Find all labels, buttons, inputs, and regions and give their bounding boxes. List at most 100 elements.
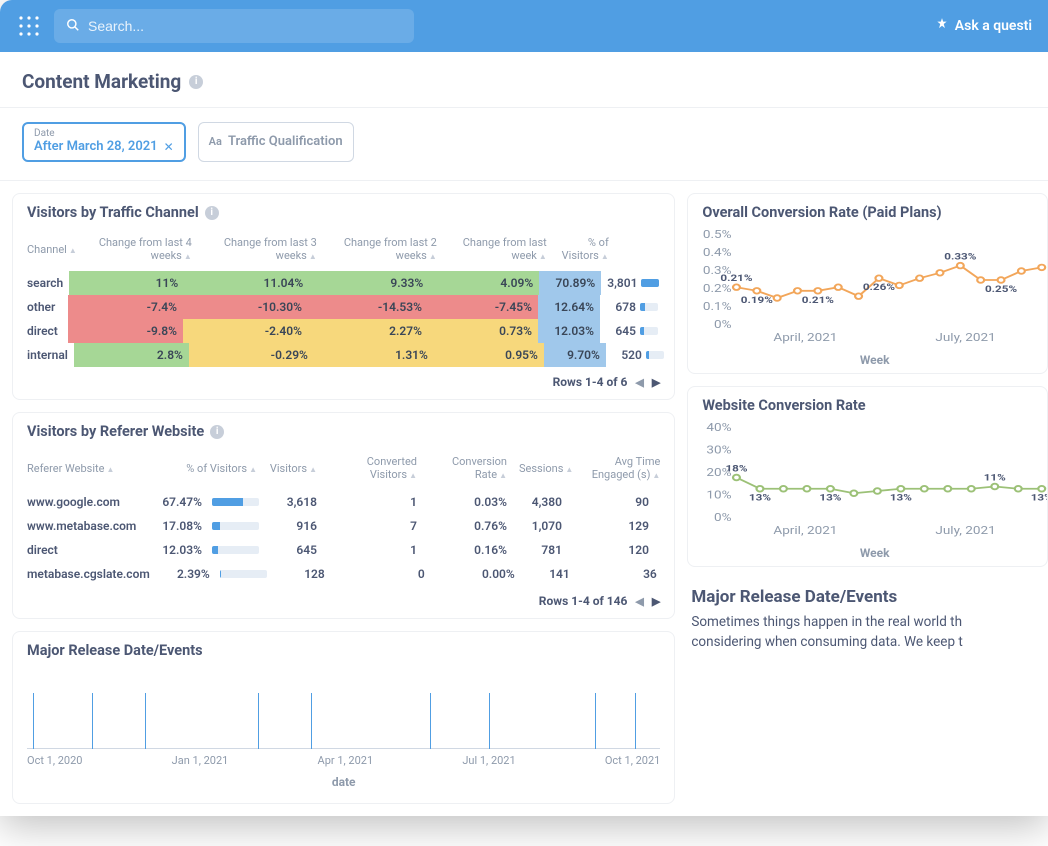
svg-text:13%: 13% <box>749 492 771 504</box>
traffic-filter-label: Traffic Qualification <box>228 134 343 149</box>
app-logo[interactable] <box>16 13 42 39</box>
svg-text:40%: 40% <box>707 422 732 434</box>
axis-tick-label: Apr 1, 2021 <box>318 754 374 767</box>
axis-tick-label: Jul 1, 2021 <box>462 754 515 767</box>
prev-page-icon[interactable]: ◀ <box>635 376 643 389</box>
svg-text:10%: 10% <box>707 490 732 502</box>
card-title: Visitors by Traffic Channel <box>27 204 199 221</box>
visitors-by-channel-card: Visitors by Traffic Channeli Channel▲Cha… <box>12 193 675 400</box>
channel-table: Channel▲Change from last 4 weeks▲Change … <box>13 227 674 367</box>
prev-page-icon[interactable]: ◀ <box>635 595 643 608</box>
svg-text:0.21%: 0.21% <box>802 294 834 306</box>
table-row[interactable]: internal2.8%-0.29%1.31%0.95%9.70%520 <box>13 343 674 367</box>
ask-label: Ask a questi <box>955 18 1032 34</box>
ask-question-button[interactable]: Ask a questi <box>935 17 1032 35</box>
channel-pager: Rows 1-4 of 6 ◀ ▶ <box>13 367 674 391</box>
date-filter-value: After March 28, 2021 <box>34 139 158 154</box>
table-row[interactable]: other-7.4%-10.30%-14.53%-7.45%12.64%678 <box>13 295 674 319</box>
svg-text:0.1%: 0.1% <box>703 301 732 313</box>
card-title: Overall Conversion Rate (Paid Plans) <box>702 204 941 221</box>
major-release-events-card: Major Release Date/Events Oct 1, 2020 Jan… <box>12 631 675 804</box>
svg-text:0.21%: 0.21% <box>721 272 753 284</box>
column-header[interactable]: Change from last week▲ <box>443 231 553 267</box>
events-xlabel: date <box>13 775 674 795</box>
svg-text:0.25%: 0.25% <box>985 283 1017 295</box>
column-header[interactable]: Referer Website▲ <box>13 457 148 480</box>
chart-xlabel: Week <box>702 546 1047 560</box>
referer-pager: Rows 1-4 of 146 ◀ ▶ <box>13 586 674 610</box>
date-filter-label: Date <box>34 128 174 139</box>
info-icon[interactable]: i <box>210 425 224 439</box>
svg-text:0.5%: 0.5% <box>703 229 732 241</box>
info-icon[interactable]: i <box>189 75 203 89</box>
search-input[interactable] <box>88 18 402 34</box>
column-header[interactable]: Converted Visitors▲ <box>323 450 423 486</box>
svg-text:13%: 13% <box>820 492 842 504</box>
svg-text:0.19%: 0.19% <box>741 294 773 306</box>
column-header[interactable]: Change from last 4 weeks▲ <box>83 231 198 267</box>
text-icon: Aa <box>209 135 222 148</box>
svg-text:0%: 0% <box>714 512 732 524</box>
major-release-text-card: Major Release Date/Events Sometimes thin… <box>687 579 1048 660</box>
svg-text:July, 2021: July, 2021 <box>936 332 996 344</box>
traffic-filter[interactable]: Aa Traffic Qualification <box>198 122 354 162</box>
axis-tick-label: Oct 1, 2021 <box>605 754 660 767</box>
svg-text:18%: 18% <box>726 463 748 475</box>
column-header[interactable]: Sessions▲ <box>513 457 579 480</box>
next-page-icon[interactable]: ▶ <box>652 376 660 389</box>
page-header: Content Marketing i <box>0 52 1048 108</box>
pager-text: Rows 1-4 of 6 <box>553 375 628 389</box>
svg-text:July, 2021: July, 2021 <box>936 525 996 537</box>
table-row[interactable]: metabase.cgslate.com2.39%12800.00%14136 <box>13 562 674 586</box>
svg-text:11%: 11% <box>984 472 1006 484</box>
svg-text:0.33%: 0.33% <box>945 251 977 263</box>
text-card-body2: considering when consuming data. We keep… <box>691 634 962 650</box>
column-header[interactable]: % of Visitors▲ <box>148 457 263 480</box>
table-row[interactable]: direct12.03%64510.16%781120 <box>13 538 674 562</box>
column-header[interactable]: Avg Time Engaged (s)▲ <box>579 450 674 486</box>
table-row[interactable]: search11%11.04%9.33%4.09%70.89%3,801 <box>13 271 674 295</box>
card-title: Major Release Date/Events <box>27 642 203 659</box>
svg-text:30%: 30% <box>707 445 732 457</box>
card-title: Website Conversion Rate <box>702 397 865 414</box>
overall-conversion-card: Overall Conversion Rate (Paid Plans) 0.5… <box>687 193 1048 374</box>
website-chart: 40%30%20%10%0%April, 2021July, 202118%13… <box>702 420 1047 540</box>
svg-text:0.2%: 0.2% <box>703 283 732 295</box>
page-title: Content Marketing <box>22 70 181 93</box>
table-row[interactable]: direct-9.8%-2.40%2.27%0.73%12.03%645 <box>13 319 674 343</box>
topbar: Ask a questi <box>0 0 1048 52</box>
svg-text:13%: 13% <box>890 492 912 504</box>
chart-xlabel: Week <box>702 353 1047 367</box>
column-header[interactable]: Conversion Rate▲ <box>423 450 513 486</box>
info-icon[interactable]: i <box>205 206 219 220</box>
conversion-chart: 0.5%0.4%0.3%0.2%0.1%0%April, 2021July, 2… <box>702 227 1047 347</box>
svg-text:0.4%: 0.4% <box>703 247 732 259</box>
column-header[interactable]: Channel▲ <box>13 238 83 261</box>
filters-bar: Date After March 28, 2021 ✕ Aa Traffic Qua… <box>0 108 1048 181</box>
close-icon[interactable]: ✕ <box>164 140 174 154</box>
events-chart: Oct 1, 2020 Jan 1, 2021 Apr 1, 2021 Jul 1, … <box>13 665 674 775</box>
website-conversion-card: Website Conversion Rate 40%30%20%10%0%Ap… <box>687 386 1048 567</box>
column-header[interactable]: % of Visitors▲ <box>553 231 615 267</box>
table-row[interactable]: www.metabase.com17.08%91670.76%1,070129 <box>13 514 674 538</box>
text-card-body: Sometimes things happen in the real worl… <box>691 614 962 630</box>
search-icon <box>66 17 80 36</box>
next-page-icon[interactable]: ▶ <box>652 595 660 608</box>
svg-text:13%: 13% <box>1031 492 1047 504</box>
date-filter[interactable]: Date After March 28, 2021 ✕ <box>22 122 186 162</box>
referer-table: Referer Website▲% of Visitors▲Visitors▲C… <box>13 446 674 586</box>
column-header[interactable] <box>615 244 655 254</box>
svg-text:0.26%: 0.26% <box>863 281 895 293</box>
pager-text: Rows 1-4 of 146 <box>539 594 628 608</box>
column-header[interactable]: Change from last 3 weeks▲ <box>198 231 323 267</box>
visitors-by-referer-card: Visitors by Referer Websitei Referer Web… <box>12 412 675 619</box>
svg-text:0%: 0% <box>714 319 732 331</box>
text-card-title: Major Release Date/Events <box>691 587 1048 607</box>
column-header[interactable]: Change from last 2 weeks▲ <box>323 231 443 267</box>
axis-tick-label: Oct 1, 2020 <box>27 754 82 767</box>
axis-tick-label: Jan 1, 2021 <box>172 754 229 767</box>
column-header[interactable]: Visitors▲ <box>263 457 323 480</box>
table-row[interactable]: www.google.com67.47%3,61810.03%4,38090 <box>13 490 674 514</box>
search-box[interactable] <box>54 9 414 43</box>
plus-icon <box>935 17 949 35</box>
